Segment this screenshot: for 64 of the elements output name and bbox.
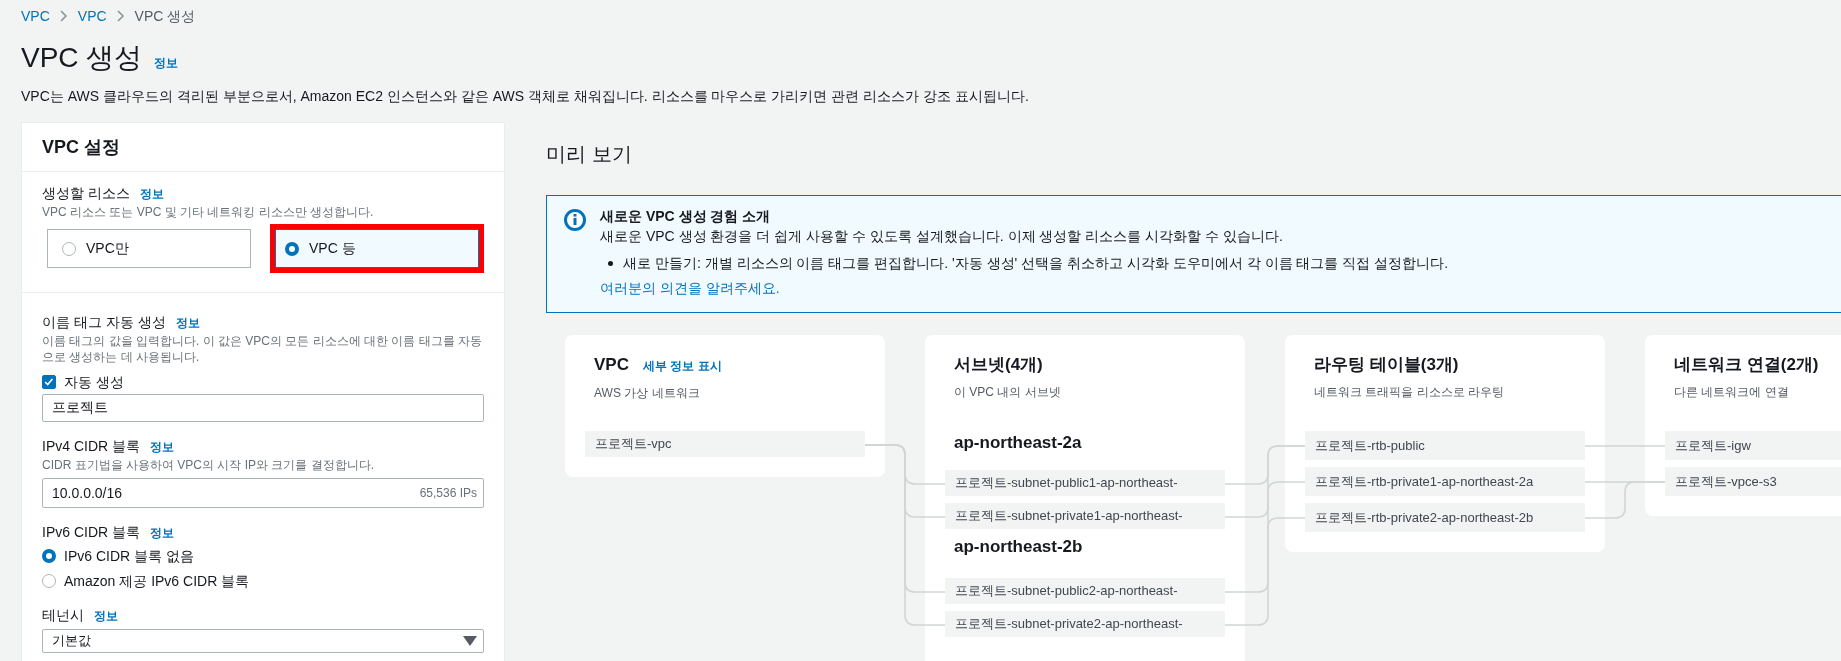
chevron-icon	[59, 10, 68, 22]
radio-button[interactable]	[42, 574, 56, 588]
feedback-link[interactable]: 여러분의 의견을 알려주세요.	[600, 278, 1449, 298]
breadcrumb-link[interactable]: VPC 생성	[134, 7, 196, 25]
card-subtitle: AWS 가상 네트워크	[594, 385, 701, 401]
details-link[interactable]: 세부 정보 표시	[642, 355, 722, 377]
input-field[interactable]: 프로젝트	[42, 394, 484, 422]
field-label: IPv4 CIDR 블록	[42, 437, 140, 455]
zone-heading: ap-northeast-2b	[953, 536, 1084, 558]
zone-heading: ap-northeast-2a	[953, 432, 1083, 454]
resource-item[interactable]: 프로젝트-rtb-public	[1305, 431, 1585, 460]
card-title: 네트워크 연결(2개)	[1674, 354, 1819, 376]
field-hint: VPC 리소스 또는 VPC 및 기타 네트워킹 리소스만 생성합니다.	[42, 204, 375, 220]
field-label: 테넌시	[42, 606, 84, 624]
card-subtitle: 네트워크 트래픽을 리소스로 라우팅	[1314, 384, 1505, 400]
info-link[interactable]: 정보	[94, 607, 118, 625]
radio-label: IPv6 CIDR 블록 없음	[64, 547, 194, 566]
resource-item[interactable]: 프로젝트-subnet-private1-ap-northeast-	[945, 503, 1225, 529]
info-icon	[564, 209, 586, 231]
bullet-icon	[608, 260, 613, 266]
field-label: 생성할 리소스	[42, 184, 130, 202]
section-title: 미리 보기	[546, 142, 633, 166]
input-field[interactable]: 10.0.0.0/16 65,536 IPs	[42, 478, 484, 508]
resource-item[interactable]: 프로젝트-vpc	[585, 431, 865, 457]
option-tile[interactable]: VPC만	[47, 229, 251, 268]
field-label: IPv6 CIDR 블록	[42, 523, 140, 541]
notice-title: 새로운 VPC 생성 경험 소개	[600, 207, 772, 226]
info-link[interactable]: 정보	[150, 524, 174, 542]
resource-item[interactable]: 프로젝트-vpce-s3	[1665, 467, 1841, 496]
resource-item[interactable]: 프로젝트-subnet-private2-ap-northeast-	[945, 611, 1225, 637]
card-title: 라우팅 테이블(3개)	[1314, 354, 1459, 376]
checkbox[interactable]	[42, 375, 56, 389]
notice-text: 새로운 VPC 생성 환경을 더 쉽게 사용할 수 있도록 설계했습니다. 이제 생성할 리소스를 시각화할 수 있습니다.	[600, 227, 1284, 246]
caret-icon	[463, 636, 477, 646]
radio-button[interactable]	[42, 549, 56, 563]
resource-item[interactable]: 프로젝트-subnet-public1-ap-northeast-	[945, 470, 1225, 496]
radio-button[interactable]	[62, 241, 76, 256]
resource-item[interactable]: 프로젝트-rtb-private1-ap-northeast-2a	[1305, 467, 1585, 496]
card-subtitle: 다른 네트워크에 연결	[1674, 384, 1790, 400]
breadcrumb-link[interactable]: VPC	[21, 7, 50, 25]
resource-item[interactable]: 프로젝트-igw	[1665, 431, 1841, 460]
notice-text: 새로 만들기: 개별 리소스의 이름 태그를 편집합니다. '자동 생성' 선택을 취소하고 시각화 도우미에서 각 이름 태그를 직접 설정합니다.	[623, 254, 1449, 273]
field-hint: CIDR 표기법을 사용하여 VPC의 시작 IP와 크기를 결정합니다.	[42, 457, 375, 473]
select-field[interactable]: 기본값	[42, 629, 484, 653]
field-hint: 이름 태그의 값을 입력합니다. 이 값은 VPC의 모든 리소스에 대한 이름 태그를 자동으로 생성하는 데 사용됩니다.	[42, 333, 483, 365]
card-title: VPC	[594, 354, 629, 376]
resource-item[interactable]: 프로젝트-rtb-private2-ap-northeast-2b	[1305, 503, 1585, 532]
field-label: 이름 태그 자동 생성	[42, 313, 166, 331]
info-link[interactable]: 정보	[175, 314, 200, 332]
info-link[interactable]: 정보	[154, 55, 179, 72]
info-link[interactable]: 정보	[150, 438, 174, 456]
chevron-icon	[116, 10, 125, 22]
card-subtitle: 이 VPC 내의 서브넷	[954, 384, 1062, 400]
resource-item[interactable]: 프로젝트-subnet-public2-ap-northeast-	[945, 578, 1225, 604]
radio-button[interactable]	[285, 241, 299, 256]
option-tile[interactable]: VPC 등	[270, 224, 484, 273]
card-title: 서브넷(4개)	[954, 354, 1043, 376]
panel-title: VPC 설정	[22, 123, 504, 172]
radio-label: Amazon 제공 IPv6 CIDR 블록	[64, 572, 250, 591]
page-title: VPC 생성	[21, 42, 143, 74]
page-description: VPC는 AWS 클라우드의 격리된 부분으로서, Amazon EC2 인스턴스와 같은 AWS 객체로 채워집니다. 리소스를 마우스로 가리키면 관련 리소스가 강조 표시됩니다.	[21, 87, 1030, 106]
checkbox-label: 자동 생성	[64, 373, 124, 392]
breadcrumb-link[interactable]: VPC	[77, 7, 107, 25]
info-link[interactable]: 정보	[139, 185, 164, 203]
